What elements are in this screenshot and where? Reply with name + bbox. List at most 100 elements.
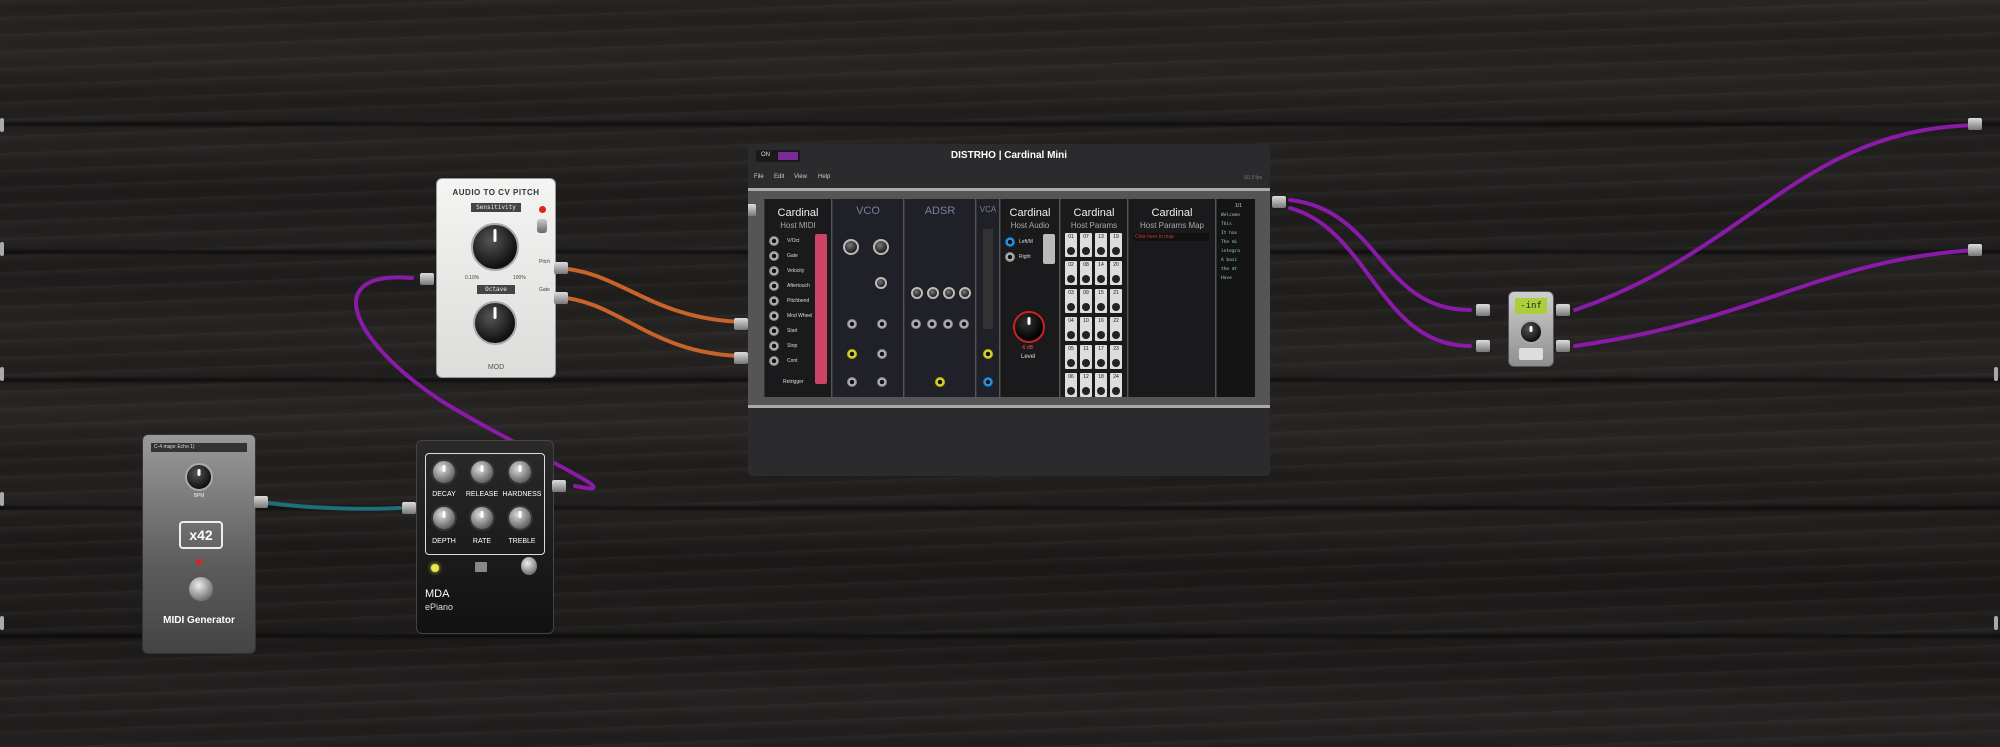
audio-to-cv-pitch-pedal[interactable]: AUDIO TO CV PITCH Sensitivity 0.10% 100%… [436,178,556,378]
rate-knob[interactable] [469,505,495,531]
edge-jack[interactable] [0,242,4,256]
sustain-knob[interactable] [943,287,955,299]
pitch-output-jack[interactable] [554,262,568,274]
menu-help[interactable]: Help [818,174,830,180]
audio-output-jack[interactable] [552,480,566,492]
param-port[interactable] [1082,359,1090,367]
param-port[interactable] [1067,331,1075,339]
fine-knob[interactable] [873,239,889,255]
button-port[interactable] [769,311,779,321]
depth-knob[interactable] [431,505,457,531]
param-cell[interactable]: 18 [1095,373,1107,397]
param-port[interactable] [1112,275,1120,283]
cardinal-input-jack[interactable] [734,318,748,330]
param-port[interactable] [1067,275,1075,283]
attack-knob[interactable] [911,287,923,299]
param-port[interactable] [1067,303,1075,311]
notes-module[interactable]: 1/1 Welcome This It has The mi integra A basi… [1216,199,1255,397]
param-port[interactable] [1097,275,1105,283]
host-params-map-module[interactable]: Cardinal Host Params Map Click here to m… [1128,199,1215,397]
adsr-port[interactable] [959,319,969,329]
map-hint[interactable]: Click here to map [1133,233,1209,241]
gate-output-jack[interactable] [554,292,568,304]
param-cell[interactable]: 10 [1080,317,1092,341]
button-port[interactable] [769,281,779,291]
param-cell[interactable]: 11 [1080,345,1092,369]
param-cell[interactable]: 04 [1065,317,1077,341]
adsr-port[interactable] [911,319,921,329]
button-port[interactable] [769,266,779,276]
edge-jack[interactable] [0,118,4,132]
button-port[interactable] [769,236,779,246]
button-port[interactable] [769,296,779,306]
button-port[interactable] [769,251,779,261]
midi-output-jack[interactable] [254,496,268,508]
cardinal-input-jack[interactable] [734,352,748,364]
param-port[interactable] [1097,359,1105,367]
footswitch[interactable] [521,557,537,575]
vco-port[interactable] [877,377,887,387]
pwm-knob[interactable] [875,277,887,289]
cardinal-output-jack[interactable] [1272,196,1286,208]
edge-jack[interactable] [1994,616,1998,630]
param-cell[interactable]: 24 [1110,373,1122,397]
param-cell[interactable]: 08 [1080,261,1092,285]
decay-knob[interactable] [431,459,457,485]
menu-view[interactable]: View [794,174,807,180]
sensitivity-knob[interactable] [471,223,519,271]
tuner-knob[interactable] [1519,320,1543,344]
vca-module[interactable]: VCA [976,199,999,397]
vco-module[interactable]: VCO [832,199,903,397]
param-port[interactable] [1112,331,1120,339]
param-cell[interactable]: 13 [1095,233,1107,257]
param-cell[interactable]: 09 [1080,289,1092,313]
host-midi-module[interactable]: Cardinal Host MIDI V/Oct Gate Velocity A… [764,199,831,397]
button-port[interactable] [769,326,779,336]
adsr-port[interactable] [943,319,953,329]
param-port[interactable] [1082,247,1090,255]
vco-port[interactable] [877,319,887,329]
menu-edit[interactable]: Edit [774,174,784,180]
param-port[interactable] [1082,275,1090,283]
cardinal-mini-window[interactable]: ON DISTRHO | Cardinal Mini 60.3 fps File… [748,144,1270,476]
toggle-switch[interactable] [537,219,547,233]
param-cell[interactable]: 03 [1065,289,1077,313]
vco-port[interactable] [877,349,887,359]
param-cell[interactable]: 16 [1095,317,1107,341]
treble-knob[interactable] [507,505,533,531]
level-knob[interactable] [1013,311,1045,343]
vco-port[interactable] [847,319,857,329]
tuner-pedal[interactable]: -inf [1508,291,1554,367]
frequency-knob[interactable] [843,239,859,255]
param-port[interactable] [1082,387,1090,395]
adsr-port[interactable] [927,319,937,329]
edge-jack[interactable] [0,616,4,630]
footswitch[interactable] [187,575,215,603]
param-cell[interactable]: 02 [1065,261,1077,285]
vca-port[interactable] [983,377,993,387]
right-input-port[interactable] [1005,252,1015,262]
button-port[interactable] [769,356,779,366]
midi-input-jack[interactable] [402,502,416,514]
param-port[interactable] [1067,247,1075,255]
param-port[interactable] [1082,303,1090,311]
param-cell[interactable]: 06 [1065,373,1077,397]
mda-epiano-pedal[interactable]: DECAY RELEASE HARDNESS DEPTH RATE TREBLE… [416,440,554,634]
param-cell[interactable]: 22 [1110,317,1122,341]
audio-input-jack[interactable] [420,273,434,285]
adsr-module[interactable]: ADSR [904,199,975,397]
param-cell[interactable]: 01 [1065,233,1077,257]
edge-output-jack[interactable] [1968,244,1982,256]
edge-jack[interactable] [0,492,4,506]
octave-knob[interactable] [473,301,517,345]
edge-output-jack[interactable] [1968,118,1982,130]
param-cell[interactable]: 15 [1095,289,1107,313]
tuner-input-jack[interactable] [1476,304,1490,316]
decay-knob[interactable] [927,287,939,299]
release-knob[interactable] [959,287,971,299]
tuner-output-jack[interactable] [1556,340,1570,352]
param-port[interactable] [1097,303,1105,311]
param-cell[interactable]: 21 [1110,289,1122,313]
host-audio-module[interactable]: Cardinal Host Audio Left/M Right -6 dB L… [1000,199,1059,397]
footswitch[interactable] [1519,348,1543,360]
